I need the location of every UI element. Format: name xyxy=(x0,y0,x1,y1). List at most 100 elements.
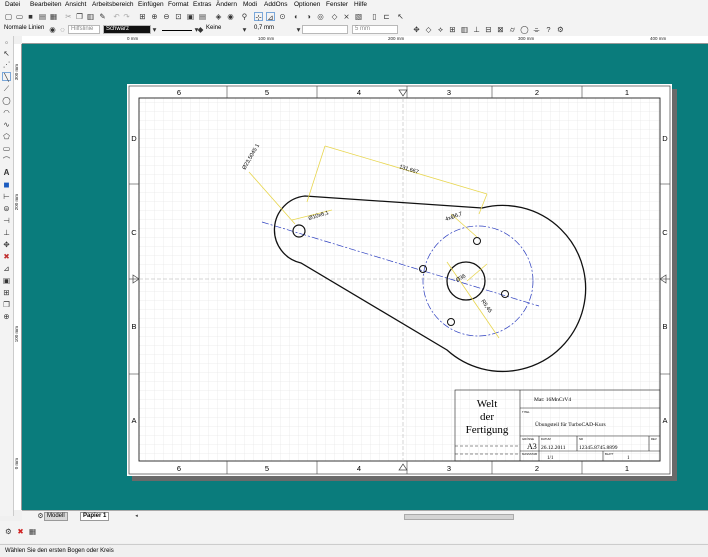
menu-einfuegen[interactable]: Einfügen xyxy=(138,1,164,8)
menu-format[interactable]: Format xyxy=(168,1,189,8)
menu-hilfe[interactable]: Hilfe xyxy=(354,1,367,8)
hatch-tool-icon[interactable]: ◼ xyxy=(2,180,11,189)
menu-datei[interactable]: Datei xyxy=(5,1,20,8)
hatch-tool-icon[interactable]: ⊟ xyxy=(484,25,493,34)
menu-optionen[interactable]: Optionen xyxy=(294,1,320,8)
help-cursor-icon[interactable]: ↖ xyxy=(396,12,405,21)
dimension-tool-icon[interactable]: ⊢ xyxy=(2,192,11,201)
circle-tool-icon[interactable]: ◯ xyxy=(520,25,529,34)
chevron-down-icon[interactable]: ▾ xyxy=(150,25,159,34)
text-tool-icon[interactable]: A xyxy=(2,168,11,177)
drawing-aid-icon[interactable]: ▧ xyxy=(354,12,363,21)
menu-modi[interactable]: Modi xyxy=(243,1,257,8)
line-width-select[interactable]: 0,7 mm xyxy=(252,25,296,34)
select-tool-icon[interactable]: ✥ xyxy=(412,25,421,34)
print-preview-icon[interactable]: ▦ xyxy=(49,12,58,21)
measure-tool-icon[interactable]: ⊿ xyxy=(2,264,11,273)
delete-tool-icon[interactable]: ✖ xyxy=(2,252,11,261)
menu-aendern[interactable]: Ändern xyxy=(216,1,237,8)
help-icon[interactable]: ? xyxy=(544,25,553,34)
menu-fenster[interactable]: Fenster xyxy=(326,1,348,8)
intersection-snap-icon[interactable]: ⨯ xyxy=(342,12,351,21)
pen-color-select[interactable]: Schwarz xyxy=(103,25,151,34)
insert-tool-icon[interactable]: ⌯ xyxy=(532,25,541,34)
center-snap-icon[interactable]: ◎ xyxy=(316,12,325,21)
chevron-down-icon[interactable]: ▾ xyxy=(240,25,249,34)
unit-select-2[interactable]: 5 mm xyxy=(352,25,398,34)
copy-icon[interactable]: ❐ xyxy=(75,12,84,21)
rectangle-tool-icon[interactable]: ▭ xyxy=(2,144,11,153)
menu-ansicht[interactable]: Ansicht xyxy=(65,1,86,8)
polyline-tool-icon[interactable]: ⟋ xyxy=(2,84,11,93)
view-icon[interactable]: ▣ xyxy=(186,12,195,21)
move-tool-icon[interactable]: ✥ xyxy=(2,240,11,249)
cut-icon[interactable]: ✂ xyxy=(64,12,73,21)
settings-icon[interactable]: ⚙ xyxy=(556,25,565,34)
extend-tool-icon[interactable]: ⊥ xyxy=(2,228,11,237)
trim-tool-icon[interactable]: ⊣ xyxy=(2,216,11,225)
format-painter-icon[interactable]: ✎ xyxy=(98,12,107,21)
new-file-icon[interactable]: ▢ xyxy=(4,12,13,21)
menu-bearbeiten[interactable]: Bearbeiten xyxy=(30,1,61,8)
zoom-window-icon[interactable]: ⊞ xyxy=(138,12,147,21)
quadrant-snap-icon[interactable]: ◇ xyxy=(330,12,339,21)
lock-icon[interactable]: ◌ xyxy=(58,25,67,34)
offset-tool-icon[interactable]: ⊜ xyxy=(2,204,11,213)
paper-sheet[interactable]: 6 5 4 3 2 1 6 5 4 3 2 1 D C B A D C B A xyxy=(127,84,672,476)
menu-extras[interactable]: Extras xyxy=(193,1,211,8)
magnify-tool-icon[interactable]: ⊕ xyxy=(2,312,11,321)
collapse-icon[interactable]: ▫ xyxy=(2,38,11,47)
line-style-select[interactable]: Normale Linien xyxy=(2,25,48,34)
zoom-icon[interactable]: ⊕ xyxy=(150,12,159,21)
inspector-icon[interactable]: ▦ xyxy=(28,527,37,536)
insert-block-icon[interactable]: ⊞ xyxy=(2,288,11,297)
scroll-left-icon[interactable]: ◂ xyxy=(132,512,141,521)
redo-icon[interactable]: ↷ xyxy=(122,12,131,21)
ortho-icon[interactable]: ⊿ xyxy=(266,12,275,22)
tangent-snap-icon[interactable]: ◑ xyxy=(304,12,313,21)
print-icon[interactable]: ▤ xyxy=(38,12,47,21)
polygon-tool-icon[interactable]: ⬠ xyxy=(2,132,11,141)
arc-tool-icon[interactable]: ◠ xyxy=(2,108,11,117)
midpoint-snap-icon[interactable]: ◐ xyxy=(292,12,301,21)
open-file-icon[interactable]: ▭ xyxy=(15,12,24,21)
unit-select-1[interactable] xyxy=(302,25,348,34)
properties-icon[interactable]: ▤ xyxy=(198,12,207,21)
layer-icon[interactable]: ◈ xyxy=(214,12,223,21)
palette-icon[interactable]: ◉ xyxy=(226,12,235,21)
horizontal-ruler[interactable]: 0 mm 100 mm 200 mm 300 mm 400 mm xyxy=(22,36,708,44)
menu-addons[interactable]: AddOns xyxy=(264,1,288,8)
rotate-tool-icon[interactable]: ◇ xyxy=(424,25,433,34)
symbol-tool-icon[interactable]: ⌭ xyxy=(508,25,517,34)
save-icon[interactable]: ■ xyxy=(26,12,35,21)
eye-icon[interactable]: ◉ xyxy=(48,25,57,34)
snap-settings-icon[interactable]: ⚙ xyxy=(4,527,13,536)
zoom-out-icon[interactable]: ⊖ xyxy=(162,12,171,21)
drawing-canvas[interactable]: 6 5 4 3 2 1 6 5 4 3 2 1 D C B A D C B A xyxy=(22,44,708,510)
block-tool-icon[interactable]: ▣ xyxy=(2,276,11,285)
dim-tool-icon[interactable]: ⊥ xyxy=(472,25,481,34)
curve-tool-icon[interactable]: ∿ xyxy=(2,120,11,129)
tab-model[interactable]: Modell xyxy=(44,512,68,521)
array-tool-icon[interactable]: ⊞ xyxy=(448,25,457,34)
vertical-ruler[interactable]: 300 mm 200 mm 100 mm 0 mm xyxy=(14,44,22,510)
grid-snap-icon[interactable]: ⊹ xyxy=(254,12,263,22)
hidden-line-select[interactable]: Hilfslinie xyxy=(68,25,100,34)
copy-tool-icon[interactable]: ❐ xyxy=(2,300,11,309)
block-tool-icon[interactable]: ⊠ xyxy=(496,25,505,34)
layout-icon[interactable]: ⊏ xyxy=(382,12,391,21)
circle-tool-icon[interactable]: ◯ xyxy=(2,96,11,105)
snap-icon[interactable]: ⚲ xyxy=(240,12,249,21)
point-tool-icon[interactable]: ⋰ xyxy=(2,60,11,69)
horizontal-scrollbar-thumb[interactable] xyxy=(404,514,514,520)
zoom-extents-icon[interactable]: ⊡ xyxy=(174,12,183,21)
menu-arbeitsbereich[interactable]: Arbeitsbereich xyxy=(92,1,134,8)
fill-select[interactable]: Keine xyxy=(204,25,242,34)
paste-icon[interactable]: ▥ xyxy=(86,12,95,21)
undo-icon[interactable]: ↶ xyxy=(112,12,121,21)
line-tool-icon[interactable]: ╲ xyxy=(2,72,11,82)
document-icon[interactable]: ▯ xyxy=(370,12,379,21)
select-arrow-icon[interactable]: ↖ xyxy=(2,49,11,58)
text-tool-icon[interactable]: ▥ xyxy=(460,25,469,34)
mirror-tool-icon[interactable]: ⟡ xyxy=(436,25,445,34)
